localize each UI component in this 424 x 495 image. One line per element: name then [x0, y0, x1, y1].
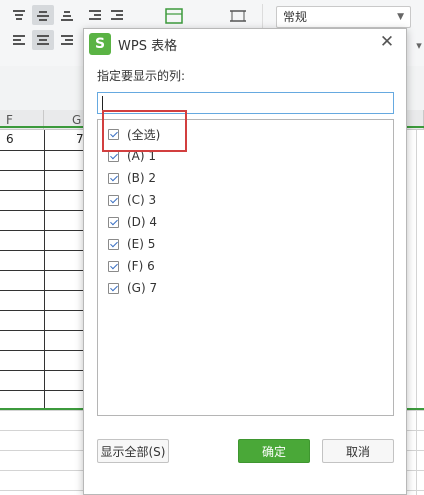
list-item-label: (F) 6	[127, 259, 155, 273]
show-all-button[interactable]: 显示全部(S)	[97, 439, 169, 463]
close-button[interactable]: ✕	[378, 32, 396, 52]
align-bottom-button[interactable]	[56, 5, 78, 25]
align-left-icon	[13, 35, 25, 45]
decrease-indent-icon	[89, 10, 101, 20]
checkbox[interactable]	[108, 282, 119, 294]
align-right-button[interactable]	[56, 30, 78, 50]
list-item-column-d[interactable]: (D) 4	[108, 212, 157, 232]
list-item-label: (D) 4	[127, 215, 158, 229]
annotation-highlight-box	[102, 110, 187, 152]
increase-indent-icon	[111, 10, 123, 20]
show-columns-dialog: S WPS 表格 ✕ 指定要显示的列: (全选) (A) 1 (B) 2 (C)…	[83, 28, 407, 495]
grid-line	[416, 130, 417, 495]
grid-line	[0, 150, 84, 151]
grid-line	[0, 190, 84, 191]
grid-line	[0, 370, 84, 371]
list-item-label: (C) 3	[127, 193, 157, 207]
column-list[interactable]: (全选) (A) 1 (B) 2 (C) 3 (D) 4 (E) 5 (F) 6	[97, 119, 394, 416]
grid-line	[0, 230, 84, 231]
list-item-column-g[interactable]: (G) 7	[108, 278, 157, 298]
checkbox[interactable]	[108, 172, 119, 184]
list-item-column-c[interactable]: (C) 3	[108, 190, 156, 210]
column-header-label: G	[72, 113, 82, 127]
merge-cells-button[interactable]	[162, 5, 186, 27]
number-format-value: 常规	[283, 10, 308, 24]
grid-line	[0, 250, 84, 251]
align-top-icon	[13, 10, 25, 20]
column-header-label: F	[6, 113, 13, 127]
checkbox[interactable]	[108, 260, 119, 272]
wps-logo-icon: S	[89, 33, 111, 55]
grid-line	[0, 210, 84, 211]
list-item-column-e[interactable]: (E) 5	[108, 234, 155, 254]
align-left-button[interactable]	[8, 30, 30, 50]
wrap-text-button[interactable]	[226, 5, 250, 27]
dialog-title: WPS 表格	[118, 39, 178, 54]
grid-line	[0, 170, 84, 171]
number-format-select[interactable]: 常规 ▼	[276, 6, 411, 28]
increase-indent-button[interactable]	[106, 5, 128, 25]
cancel-button[interactable]: 取消	[322, 439, 394, 463]
align-right-icon	[61, 35, 73, 45]
grid-line	[0, 310, 84, 311]
wrap-text-icon	[230, 10, 246, 22]
list-item-label: (E) 5	[127, 237, 156, 251]
grid-line	[0, 350, 84, 351]
checkbox[interactable]	[108, 238, 119, 250]
dialog-titlebar: S WPS 表格 ✕	[84, 29, 406, 57]
more-options-icon[interactable]: ▾	[410, 36, 424, 54]
align-center-icon	[37, 35, 49, 45]
grid-line	[0, 390, 84, 391]
close-icon: ✕	[379, 32, 395, 52]
text-caret	[102, 96, 103, 110]
align-bottom-icon	[61, 10, 73, 21]
cell-f1[interactable]: 6	[6, 132, 14, 146]
grid-line	[0, 270, 84, 271]
decrease-indent-button[interactable]	[84, 5, 106, 25]
align-middle-icon	[37, 10, 49, 21]
list-item-label: (G) 7	[127, 281, 158, 295]
dialog-prompt: 指定要显示的列:	[97, 69, 186, 83]
list-item-label: (B) 2	[127, 171, 157, 185]
list-item-column-f[interactable]: (F) 6	[108, 256, 155, 276]
chevron-down-icon: ▼	[397, 12, 404, 22]
grid-line	[0, 290, 84, 291]
align-top-button[interactable]	[8, 5, 30, 25]
align-middle-button[interactable]	[32, 5, 54, 25]
checkbox[interactable]	[108, 216, 119, 228]
merge-cells-icon	[165, 8, 183, 24]
checkbox[interactable]	[108, 194, 119, 206]
checkbox[interactable]	[108, 150, 119, 162]
grid-line	[0, 330, 84, 331]
ok-button[interactable]: 确定	[238, 439, 310, 463]
align-center-button[interactable]	[32, 30, 54, 50]
list-item-column-b[interactable]: (B) 2	[108, 168, 156, 188]
